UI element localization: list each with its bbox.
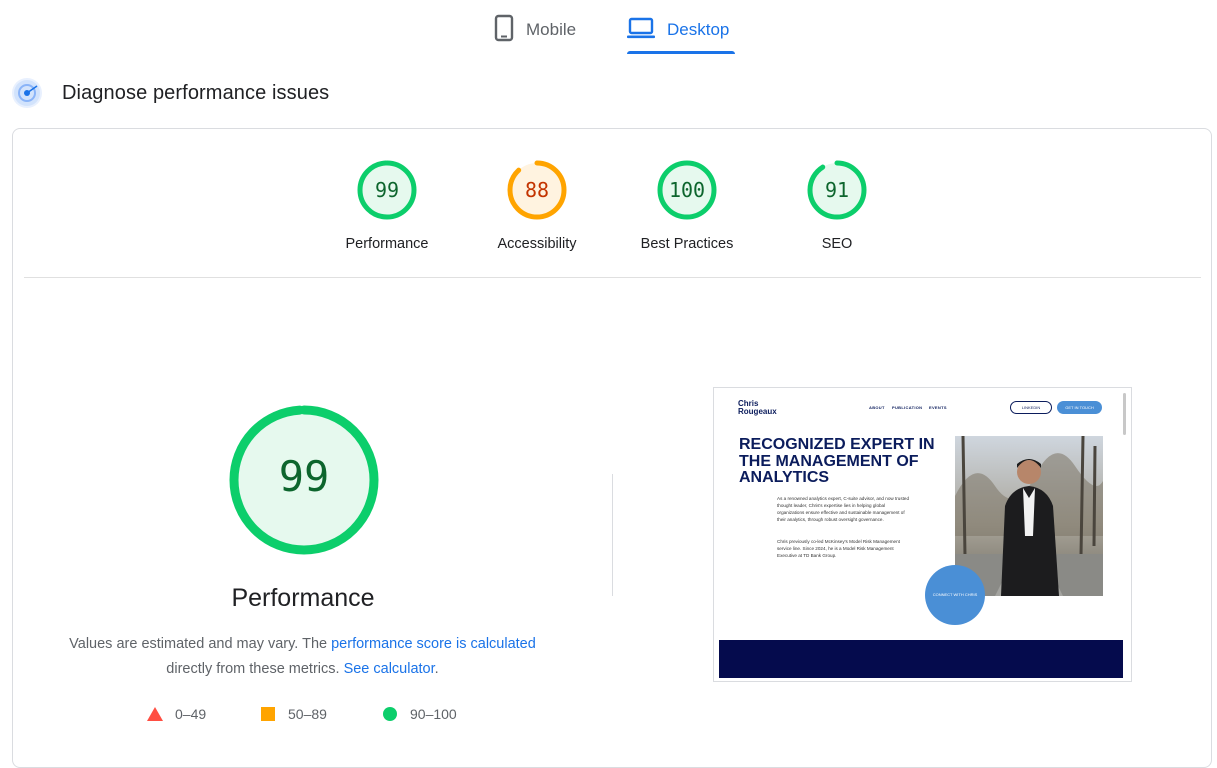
site-paragraph: Chris previously co-led McKinsey's Model… [777,539,900,558]
gauge-label: SEO [821,236,853,252]
gauge-ring: 91 [805,158,869,222]
page-screenshot-thumbnail[interactable]: Chris Rougeaux ABOUT PUBLICATION EVENTS … [713,387,1132,682]
site-headline: RECOGNIZED EXPERT IN THE MANAGEMENT OF A… [739,436,935,486]
desc-text: Values are estimated and may vary. The [69,636,332,652]
site-connect-cta: CONNECT WITH CHRIS [925,565,985,625]
legend-pass: 90–100 [382,706,457,722]
thumbnail-scrollbar [1123,393,1126,435]
site-logo: Chris Rougeaux [738,400,777,416]
legend-range: 0–49 [175,706,207,722]
site-footer-band [719,640,1123,678]
gauge-score: 91 [824,178,850,202]
site-linkedin-button: LINKEDIN [1010,401,1052,414]
score-calculated-link[interactable]: performance score is calculated [331,636,536,652]
gauge-ring: 99 [355,158,419,222]
gauge-score: 100 [668,178,706,202]
section-divider [24,277,1201,278]
gauge-seo[interactable]: 91 SEO [772,158,902,252]
see-calculator-link[interactable]: See calculator [344,661,435,677]
gauge-label: Best Practices [640,236,734,252]
legend-range: 90–100 [410,706,457,722]
vertical-separator [612,474,613,596]
gauge-best-practices[interactable]: 100 Best Practices [622,158,752,252]
gauge-score: 88 [524,178,550,202]
gauge-accessibility[interactable]: 88 Accessibility [472,158,602,252]
desc-text: . [434,661,439,677]
site-nav-events: EVENTS [929,405,947,410]
gauge-ring: 100 [655,158,719,222]
gauge-score: 99 [374,178,400,202]
performance-description: Values are estimated and may vary. The p… [40,632,565,682]
gauge-label: Performance [345,236,429,252]
gauge-performance[interactable]: 99 Performance [322,158,452,252]
site-nav-publication: PUBLICATION [892,405,923,410]
gauge-ring: 88 [505,158,569,222]
performance-score-large: 99 [278,452,330,501]
legend-range: 50–89 [288,706,327,722]
legend-average: 50–89 [260,706,327,722]
site-contact-button: GET IN TOUCH [1057,401,1102,414]
fail-triangle-icon [147,707,163,721]
desc-text: directly from these metrics. [166,661,344,677]
performance-title: Performance [231,584,375,612]
category-gauges: 99 Performance 88 Accessibility 100 Best… [0,0,1217,280]
legend-fail: 0–49 [147,706,206,722]
gauge-label: Accessibility [497,236,577,252]
site-nav-about: ABOUT [869,405,885,410]
site-paragraph: As a renowned analytics expert, C-suite … [777,496,910,522]
pass-circle-icon [383,707,397,721]
logo-line: Rougeaux [738,407,777,416]
average-square-icon [261,707,275,721]
performance-gauge-large: 99 [226,402,382,558]
portrait-photo [955,435,1103,596]
